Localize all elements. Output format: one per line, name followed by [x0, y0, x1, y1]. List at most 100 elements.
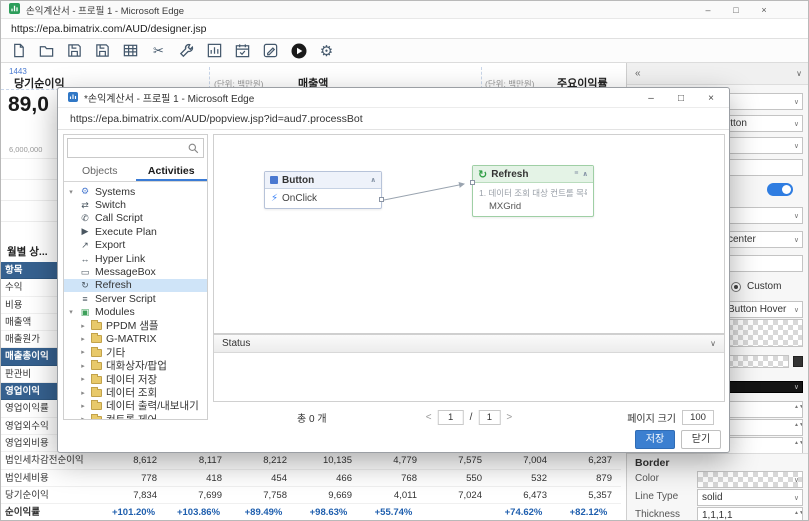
- tree-item-데이터-조회[interactable]: ▸데이터 조회: [64, 386, 207, 399]
- custom-radio[interactable]: [731, 282, 741, 292]
- refresh-node-title: Refresh: [491, 169, 528, 180]
- save-icon[interactable]: [65, 41, 84, 60]
- tree-item-server-script[interactable]: ≡Server Script: [64, 292, 207, 305]
- folder-icon: [91, 389, 102, 397]
- open-folder-icon[interactable]: [37, 41, 56, 60]
- tree-item-messagebox[interactable]: ▭MessageBox: [64, 265, 207, 278]
- status-panel: Status ∨: [213, 334, 725, 402]
- tab-activities[interactable]: Activities: [136, 161, 208, 181]
- window-title: 손익계산서 - 프로필 1 - Microsoft Edge: [26, 3, 184, 17]
- tree-item-export[interactable]: ↗Export: [64, 239, 207, 252]
- call-script-icon: ✆: [79, 213, 91, 224]
- run-icon[interactable]: [289, 41, 308, 60]
- thickness-value: 1,1,1,1: [702, 510, 733, 521]
- tree-item-switch[interactable]: ⇄Switch: [64, 198, 207, 211]
- toggle-switch[interactable]: [767, 183, 793, 196]
- hyper-link-icon: ↔: [79, 254, 91, 264]
- onclick-event[interactable]: ⚡ OnClick: [271, 193, 375, 204]
- dialog-title: *손익계산서 - 프로필 1 - Microsoft Edge: [84, 90, 254, 105]
- execute-plan-icon: ▶: [79, 226, 91, 237]
- tree-item-컨트롤-제어[interactable]: ▸컨트롤 제어: [64, 413, 207, 420]
- new-document-icon[interactable]: [9, 41, 28, 60]
- section-divider-v2: [481, 67, 482, 89]
- activities-panel: Objects Activities ▾⚙Systems⇄Switch✆Call…: [63, 134, 208, 420]
- switch-icon: ⇄: [79, 200, 91, 211]
- section-divider-v1: [209, 67, 210, 89]
- page-size-input[interactable]: 100: [682, 410, 714, 425]
- cut-icon[interactable]: ✂: [149, 41, 168, 60]
- tree-item-데이터-저장[interactable]: ▸데이터 저장: [64, 372, 207, 385]
- tree-item-데이터-출력-내보내기[interactable]: ▸데이터 출력/내보내기: [64, 399, 207, 412]
- status-chevron-icon[interactable]: ∨: [710, 339, 716, 348]
- node-menu-icon[interactable]: ≡: [574, 170, 578, 178]
- tree-group-modules[interactable]: ▾▣Modules: [64, 306, 207, 319]
- table-row-법인세비용[interactable]: 법인세비용778418454466768550532879: [1, 470, 621, 487]
- button-node[interactable]: Button ∧ ⚡ OnClick: [264, 171, 382, 209]
- panel-chevron-icon[interactable]: ∨: [796, 69, 802, 78]
- border-color-field[interactable]: [697, 471, 803, 488]
- monthly-section-title: 월별 상...: [7, 244, 48, 259]
- tab-objects[interactable]: Objects: [64, 161, 136, 181]
- tree-item-hyper-link[interactable]: ↔Hyper Link: [64, 252, 207, 265]
- url-bar[interactable]: https://epa.bimatrix.com/AUD/designer.js…: [1, 19, 808, 39]
- prop-field-hover-value: Button Hover: [728, 304, 786, 315]
- table-grid-icon[interactable]: [121, 41, 140, 60]
- tree-item-call-script[interactable]: ✆Call Script: [64, 212, 207, 225]
- button-node-header[interactable]: Button ∧: [265, 172, 381, 189]
- line-type-field[interactable]: solid: [697, 489, 803, 506]
- dialog-titlebar[interactable]: *손익계산서 - 프로필 1 - Microsoft Edge – □ ×: [58, 88, 729, 108]
- folder-icon: [91, 349, 102, 357]
- close-icon[interactable]: ×: [758, 5, 770, 15]
- dialog-app-icon: [68, 89, 78, 107]
- folder-icon: [91, 402, 102, 410]
- tree-item-기타[interactable]: ▸기타: [64, 346, 207, 359]
- save-button[interactable]: 저장: [635, 430, 675, 449]
- dialog-maximize-icon[interactable]: □: [675, 93, 687, 104]
- dialog-minimize-icon[interactable]: –: [645, 93, 657, 104]
- refresh-input-port[interactable]: [470, 180, 475, 185]
- tree-item-execute-plan[interactable]: ▶Execute Plan: [64, 225, 207, 238]
- line-type-value: solid: [702, 492, 723, 503]
- tree-group-systems[interactable]: ▾⚙Systems: [64, 185, 207, 198]
- minimize-icon[interactable]: –: [702, 5, 714, 15]
- dialog-close-icon[interactable]: ×: [705, 93, 717, 104]
- activities-tree: ▾⚙Systems⇄Switch✆Call Script▶Execute Pla…: [64, 182, 207, 420]
- tree-item-대화상자-팝업[interactable]: ▸대화상자/팝업: [64, 359, 207, 372]
- table-row-법인세차감전순이익[interactable]: 법인세차감전순이익8,6128,1178,21210,1354,7797,575…: [1, 452, 621, 469]
- tree-item-refresh[interactable]: ↻Refresh: [64, 279, 207, 292]
- close-button[interactable]: 닫기: [681, 430, 721, 449]
- edit-icon[interactable]: [261, 41, 280, 60]
- net-income-value: 89,0: [8, 93, 49, 117]
- refresh-node[interactable]: ↻ Refresh ≡∧ 1. 데이터 조회 대상 컨트롤 목록 MXGrid: [472, 165, 594, 217]
- color-chip[interactable]: [793, 356, 803, 367]
- flow-canvas[interactable]: Button ∧ ⚡ OnClick ↻ Refresh ≡∧: [213, 134, 725, 334]
- onclick-event-label: OnClick: [282, 193, 317, 204]
- prev-page-icon[interactable]: <: [426, 412, 432, 423]
- calendar-icon[interactable]: [233, 41, 252, 60]
- table-row-순이익률[interactable]: 순이익률+101.20%+103.86%+89.49%+98.63%+55.74…: [1, 504, 621, 521]
- table-row-당기순이익[interactable]: 당기순이익7,8347,6997,7589,6694,0117,0246,473…: [1, 487, 621, 504]
- maximize-icon[interactable]: □: [730, 5, 742, 15]
- thickness-field[interactable]: 1,1,1,1: [697, 507, 803, 521]
- collapse-panel-icon[interactable]: «: [635, 68, 641, 79]
- popup-dialog: *손익계산서 - 프로필 1 - Microsoft Edge – □ × ht…: [57, 87, 730, 453]
- tools-icon[interactable]: [177, 41, 196, 60]
- collapse-node-icon[interactable]: ∧: [370, 176, 376, 184]
- tree-item-g-matrix[interactable]: ▸G-MATRIX: [64, 332, 207, 345]
- refresh-node-target: MXGrid: [479, 201, 587, 212]
- tree-search-input[interactable]: [72, 143, 188, 154]
- settings-icon[interactable]: ⚙: [317, 41, 336, 60]
- current-page-input[interactable]: 1: [438, 410, 464, 425]
- tree-item-ppdm-샘플[interactable]: ▸PPDM 샘플: [64, 319, 207, 332]
- next-page-icon[interactable]: >: [506, 412, 512, 423]
- edge-window: 손익계산서 - 프로필 1 - Microsoft Edge – □ × htt…: [0, 0, 809, 521]
- button-output-port[interactable]: [379, 197, 384, 202]
- chart-icon[interactable]: [205, 41, 224, 60]
- pagination: < 1 / 1 >: [426, 410, 512, 425]
- tree-search-box[interactable]: [67, 138, 204, 158]
- save-all-icon[interactable]: [93, 41, 112, 60]
- refresh-node-header[interactable]: ↻ Refresh ≡∧: [473, 166, 593, 183]
- collapse-node-icon[interactable]: ∧: [582, 170, 588, 178]
- status-panel-header[interactable]: Status ∨: [214, 335, 724, 353]
- line-type-label: Line Type: [635, 491, 678, 502]
